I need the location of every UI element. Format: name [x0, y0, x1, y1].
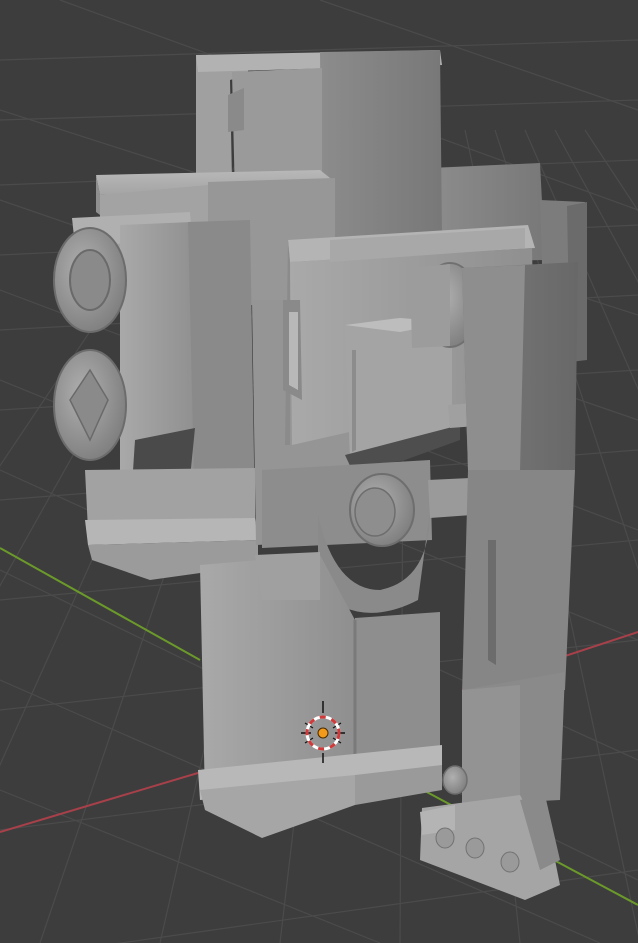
3d-viewport[interactable] — [0, 0, 638, 943]
robot-mesh[interactable] — [53, 50, 587, 900]
viewport-canvas[interactable] — [0, 0, 638, 943]
x-axis-line — [0, 763, 229, 833]
